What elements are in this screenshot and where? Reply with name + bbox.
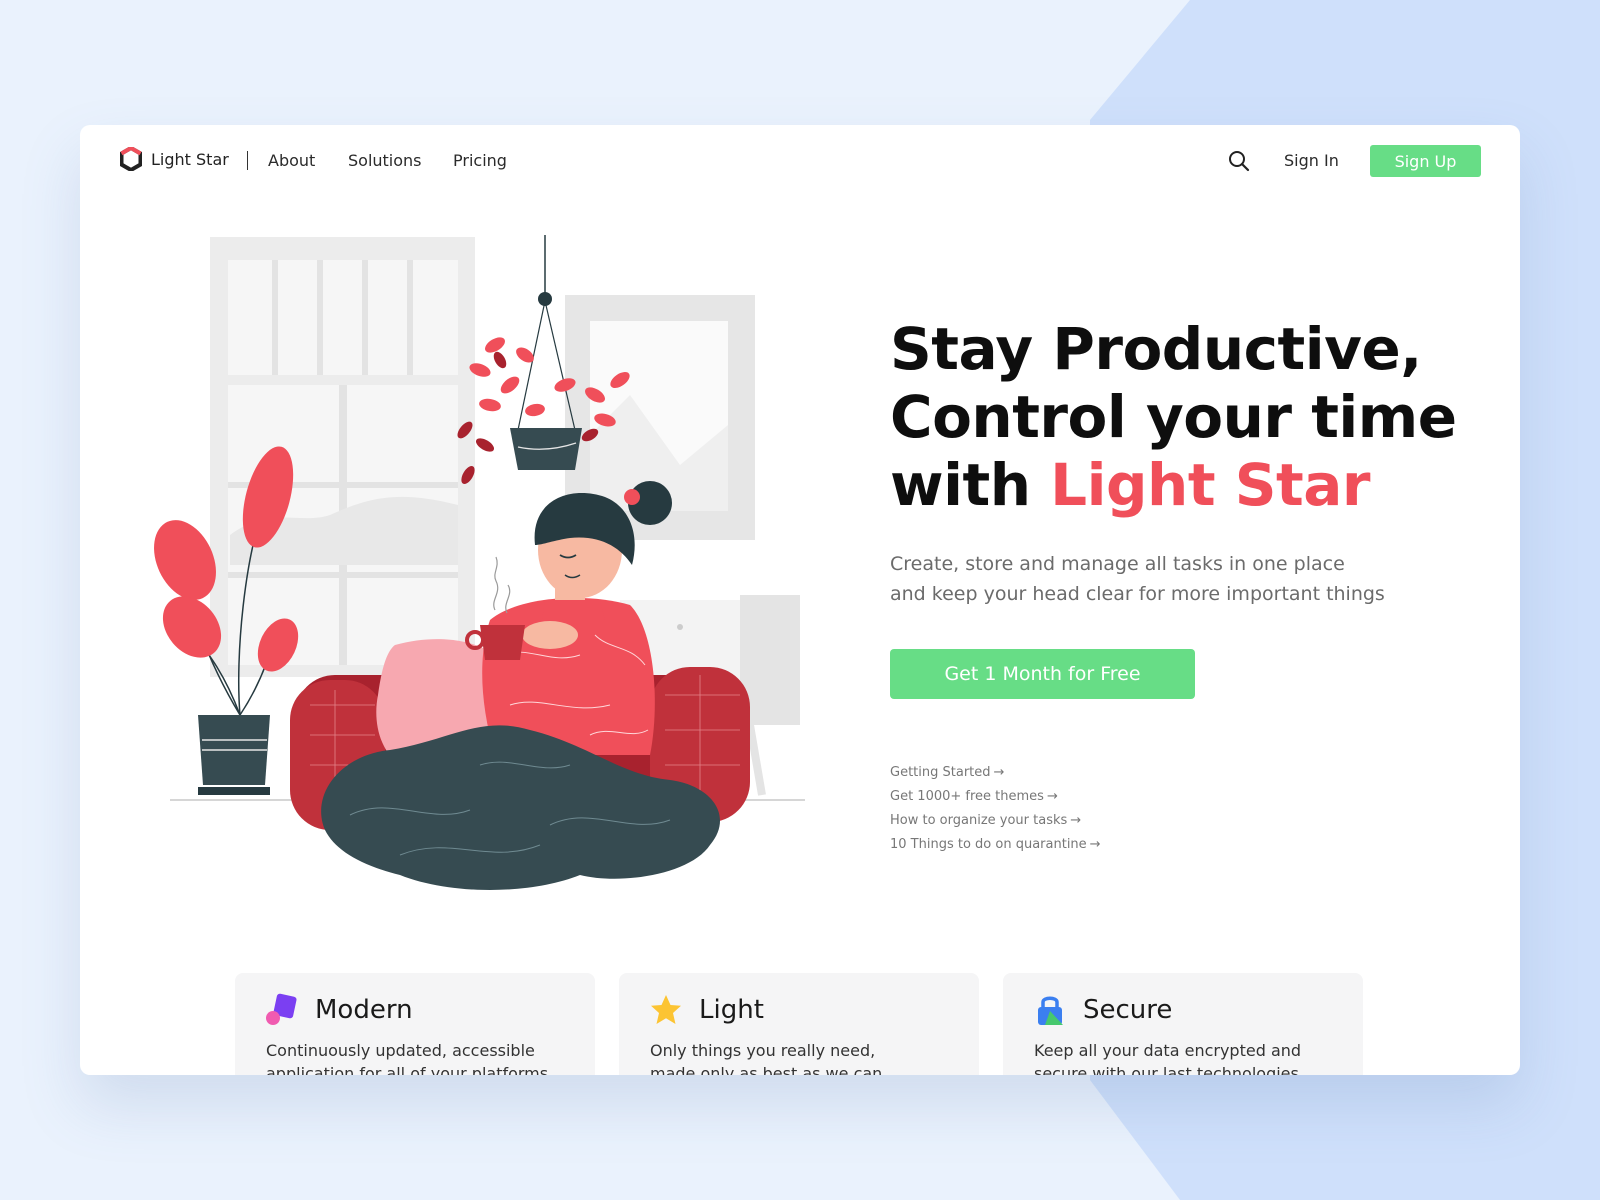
link-label: Getting Started xyxy=(890,765,991,780)
hero-title-prefix: with xyxy=(890,451,1051,519)
top-navigation: Light Star About Solutions Pricing Sign … xyxy=(80,125,1520,197)
logo-text: Light Star xyxy=(151,149,229,169)
feature-card-modern: Modern Continuously updated, accessible … xyxy=(235,973,595,1075)
link-label: Get 1000+ free themes xyxy=(890,789,1044,804)
arrow-right-icon: → xyxy=(1089,837,1101,852)
link-quarantine[interactable]: 10 Things to do on quarantine → xyxy=(890,833,1101,857)
feature-description: Keep all your data encrypted and secure … xyxy=(1034,1039,1334,1075)
hexagon-logo-icon xyxy=(120,147,142,171)
feature-card-light: Light Only things you really need, made … xyxy=(619,973,979,1075)
feature-description: Only things you really need, made only a… xyxy=(650,1039,950,1075)
feature-title: Secure xyxy=(1083,995,1173,1025)
nav-link-about[interactable]: About xyxy=(268,151,315,170)
quick-links: Getting Started → Get 1000+ free themes → … xyxy=(890,761,1101,857)
feature-card-secure: Secure Keep all your data encrypted and … xyxy=(1003,973,1363,1075)
hero-title-line-3: with Light Star xyxy=(890,451,1490,519)
hero-subtitle-line-2: and keep your head clear for more import… xyxy=(890,583,1385,605)
hero-title: Stay Productive, Control your time with … xyxy=(890,315,1490,519)
feature-description-line-1: Only things you really need, xyxy=(650,1041,876,1060)
modern-shapes-icon xyxy=(266,993,297,1025)
feature-description-line-2: secure with our last technologies xyxy=(1034,1064,1299,1075)
sign-in-link[interactable]: Sign In xyxy=(1284,151,1339,170)
hero-subtitle-line-1: Create, store and manage all tasks in on… xyxy=(890,553,1345,575)
landing-page-card: Light Star About Solutions Pricing Sign … xyxy=(80,125,1520,1075)
link-free-themes[interactable]: Get 1000+ free themes → xyxy=(890,785,1101,809)
get-free-month-button[interactable]: Get 1 Month for Free xyxy=(890,649,1195,699)
feature-title: Light xyxy=(699,995,764,1025)
feature-title: Modern xyxy=(315,995,413,1025)
link-getting-started[interactable]: Getting Started → xyxy=(890,761,1101,785)
link-organize-tasks[interactable]: How to organize your tasks → xyxy=(890,809,1101,833)
nav-link-pricing[interactable]: Pricing xyxy=(453,151,507,170)
hero-title-line-1: Stay Productive, xyxy=(890,315,1422,383)
nav-divider xyxy=(247,151,248,170)
arrow-right-icon: → xyxy=(1046,789,1058,804)
link-label: How to organize your tasks xyxy=(890,813,1068,828)
feature-description-line-2: application for all of your platforms xyxy=(266,1064,549,1075)
nav-link-solutions[interactable]: Solutions xyxy=(348,151,422,170)
star-icon xyxy=(651,995,681,1024)
link-label: 10 Things to do on quarantine xyxy=(890,837,1087,852)
hero-subtitle: Create, store and manage all tasks in on… xyxy=(890,549,1450,609)
arrow-right-icon: → xyxy=(1070,813,1082,828)
hero-title-brand: Light Star xyxy=(1050,451,1370,519)
sign-up-button[interactable]: Sign Up xyxy=(1370,145,1481,177)
logo[interactable]: Light Star xyxy=(120,147,229,171)
lock-icon xyxy=(1038,996,1063,1025)
feature-description-line-1: Continuously updated, accessible xyxy=(266,1041,535,1060)
hero-illustration xyxy=(154,235,805,890)
feature-description-line-1: Keep all your data encrypted and xyxy=(1034,1041,1302,1060)
arrow-right-icon: → xyxy=(993,765,1005,780)
feature-description: Continuously updated, accessible applica… xyxy=(266,1039,566,1075)
hero-title-line-2: Control your time xyxy=(890,383,1457,451)
feature-description-line-2: made only as best as we can xyxy=(650,1064,883,1075)
search-icon[interactable] xyxy=(1228,150,1250,172)
